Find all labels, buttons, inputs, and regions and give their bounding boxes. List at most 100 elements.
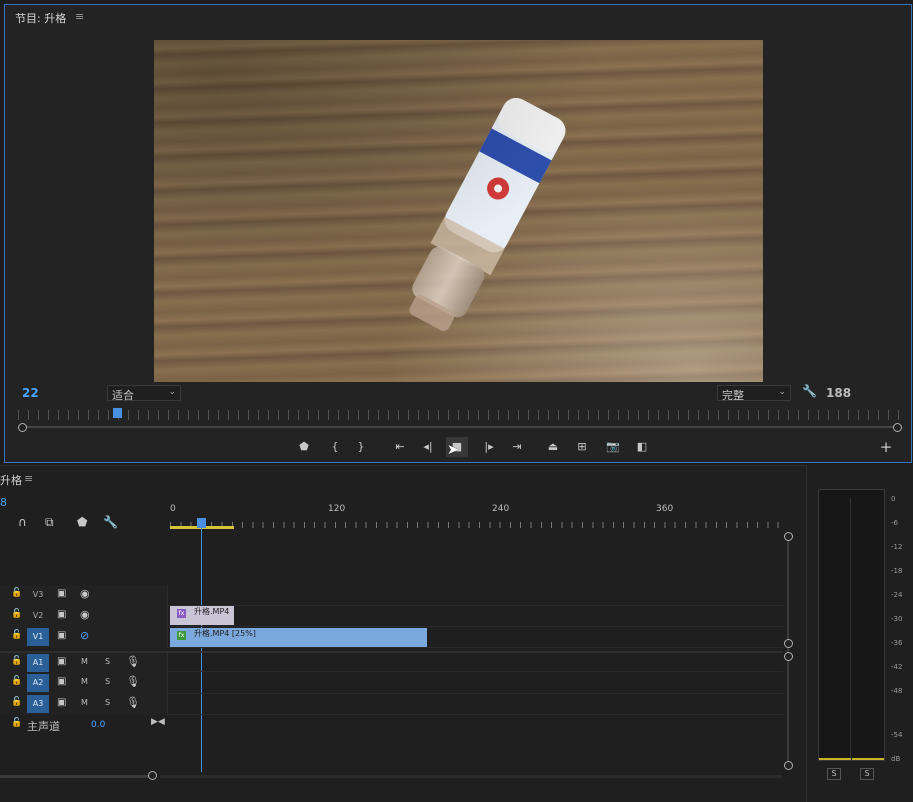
solo-right-button[interactable]: S — [860, 768, 874, 780]
playback-resolution-value: 完整 — [722, 389, 744, 402]
db-label: -30 — [891, 615, 903, 623]
track-target-a3[interactable]: A3 — [27, 695, 49, 713]
playhead-line — [201, 526, 202, 772]
timeline-vertical-scrollbar[interactable] — [784, 532, 793, 772]
lock-icon[interactable]: 🔓 — [11, 718, 22, 728]
clip-label: 升格.MP4 — [194, 607, 230, 616]
eye-hidden-icon[interactable]: ⊘ — [80, 629, 89, 642]
db-unit-label: dB — [891, 755, 901, 763]
clip-label: 升格.MP4 [25%] — [194, 629, 256, 638]
timeline-ruler[interactable]: 0 120 240 360 — [170, 504, 782, 530]
program-monitor-title[interactable]: 节目: 升格 — [15, 10, 66, 26]
mouse-cursor-icon: ➤ — [447, 442, 459, 458]
mark-out-icon[interactable]: } — [350, 437, 372, 457]
playback-resolution-dropdown[interactable]: 完整 ⌄ — [717, 385, 791, 402]
sync-lock-film-icon[interactable]: ▣ — [57, 676, 66, 687]
scroll-handle-left[interactable] — [18, 423, 27, 432]
snap-magnet-icon[interactable]: ∩ — [18, 515, 27, 529]
solo-left-button[interactable]: S — [827, 768, 841, 780]
track-target-v1[interactable]: V1 — [27, 628, 49, 646]
go-to-in-icon[interactable]: ⇤ — [389, 437, 411, 457]
current-frame-readout[interactable]: 22 — [22, 386, 39, 400]
track-target-a2[interactable]: A2 — [27, 674, 49, 692]
mark-in-icon[interactable]: { — [324, 437, 346, 457]
program-monitor-panel: 节目: 升格 ≡ 22 适合 ⌄ 完整 ⌄ 🔧 188 ⬟ {} ⇤ ◂| ■… — [4, 4, 912, 463]
scroll-handle[interactable] — [784, 639, 793, 648]
scroll-handle-top[interactable] — [784, 532, 793, 541]
video-clip-v2[interactable]: fx 升格.MP4 — [170, 606, 234, 625]
meter-channel-left — [819, 498, 851, 760]
sequence-tab-title[interactable]: 升格 — [0, 472, 22, 488]
monitor-time-ruler[interactable] — [18, 410, 900, 420]
go-to-end-icon[interactable]: ▶◀ — [151, 717, 165, 727]
lock-icon[interactable]: 🔓 — [11, 588, 22, 598]
sync-lock-film-icon[interactable]: ▣ — [57, 630, 66, 641]
step-back-icon[interactable]: ◂| — [417, 437, 439, 457]
voiceover-mic-icon[interactable]: 🎙 — [126, 655, 140, 668]
lift-icon[interactable]: ⏏ — [542, 437, 564, 457]
timeline-timecode[interactable]: 8 — [0, 496, 7, 509]
ruler-ticks — [170, 522, 782, 528]
add-marker-icon[interactable]: ⬟ — [293, 437, 315, 457]
track-target-v3[interactable]: V3 — [27, 586, 49, 604]
add-button-icon[interactable]: + — [875, 437, 897, 457]
lock-icon[interactable]: 🔓 — [11, 656, 22, 666]
mute-button[interactable]: M — [81, 677, 88, 686]
solo-button[interactable]: S — [105, 677, 110, 686]
lock-icon[interactable]: 🔓 — [11, 630, 22, 640]
track-target-a1[interactable]: A1 — [27, 654, 49, 672]
db-label: -36 — [891, 639, 903, 647]
chevron-down-icon: ⌄ — [778, 387, 786, 397]
fx-badge-icon: fx — [177, 631, 186, 640]
monitor-playhead[interactable] — [113, 408, 122, 418]
eye-visibility-icon[interactable]: ◉ — [80, 608, 90, 621]
export-frame-camera-icon[interactable]: 📷 — [602, 437, 624, 457]
duration-readout: 188 — [826, 386, 852, 400]
add-marker-icon[interactable]: ⬟ — [77, 515, 87, 529]
step-forward-icon[interactable]: |▸ — [478, 437, 500, 457]
eye-visibility-icon[interactable]: ◉ — [80, 587, 90, 600]
lock-icon[interactable]: 🔓 — [11, 609, 22, 619]
scroll-handle-right[interactable] — [893, 423, 902, 432]
solo-button[interactable]: S — [105, 698, 110, 707]
lock-icon[interactable]: 🔓 — [11, 697, 22, 707]
comparison-view-icon[interactable]: ◧ — [631, 437, 653, 457]
extract-icon[interactable]: ⊞ — [571, 437, 593, 457]
db-label: -18 — [891, 567, 903, 575]
solo-button[interactable]: S — [105, 657, 110, 666]
video-clip-v1[interactable]: fx 升格.MP4 [25%] — [170, 628, 427, 647]
ruler-label: 240 — [492, 504, 510, 514]
track-target-v2[interactable]: V2 — [27, 607, 49, 625]
track-header: 🔓 V1 ▣ ⊘ — [0, 627, 168, 648]
panel-menu-icon[interactable]: ≡ — [75, 10, 84, 23]
video-preview[interactable] — [154, 40, 763, 382]
sync-lock-film-icon[interactable]: ▣ — [57, 609, 66, 620]
scroll-handle[interactable] — [784, 652, 793, 661]
linked-selection-icon[interactable]: ⧉ — [45, 515, 54, 530]
scroll-handle-bottom[interactable] — [784, 761, 793, 770]
voiceover-mic-icon[interactable]: 🎙 — [126, 675, 140, 688]
mute-button[interactable]: M — [81, 698, 88, 707]
settings-wrench-icon[interactable]: 🔧 — [802, 384, 817, 398]
zoom-level-dropdown[interactable]: 适合 ⌄ — [107, 385, 181, 402]
timeline-settings-wrench-icon[interactable]: 🔧 — [103, 515, 118, 529]
voiceover-mic-icon[interactable]: 🎙 — [126, 696, 140, 709]
scroll-handle[interactable] — [148, 771, 157, 780]
timeline-horizontal-scrollbar[interactable] — [0, 771, 783, 781]
db-label: -42 — [891, 663, 903, 671]
track-a1: 🔓 A1 ▣ M S 🎙 — [0, 651, 783, 674]
sync-lock-film-icon[interactable]: ▣ — [57, 588, 66, 599]
go-to-out-icon[interactable]: ⇥ — [506, 437, 528, 457]
track-header: 🔓 V2 ▣ ◉ — [0, 606, 168, 627]
zoom-level-value: 适合 — [112, 389, 134, 402]
track-header: 🔓 A1 ▣ M S 🎙 — [0, 653, 168, 674]
master-volume-value[interactable]: 0.0 — [91, 720, 105, 730]
audio-meters-panel: 0 -6 -12 -18 -24 -30 -36 -42 -48 -54 dB … — [806, 465, 913, 802]
mute-button[interactable]: M — [81, 657, 88, 666]
fx-badge-icon: fx — [177, 609, 186, 618]
panel-menu-icon[interactable]: ≡ — [24, 472, 33, 485]
monitor-zoom-scrollbar[interactable] — [18, 423, 902, 432]
sync-lock-film-icon[interactable]: ▣ — [57, 656, 66, 667]
sync-lock-film-icon[interactable]: ▣ — [57, 697, 66, 708]
lock-icon[interactable]: 🔓 — [11, 676, 22, 686]
